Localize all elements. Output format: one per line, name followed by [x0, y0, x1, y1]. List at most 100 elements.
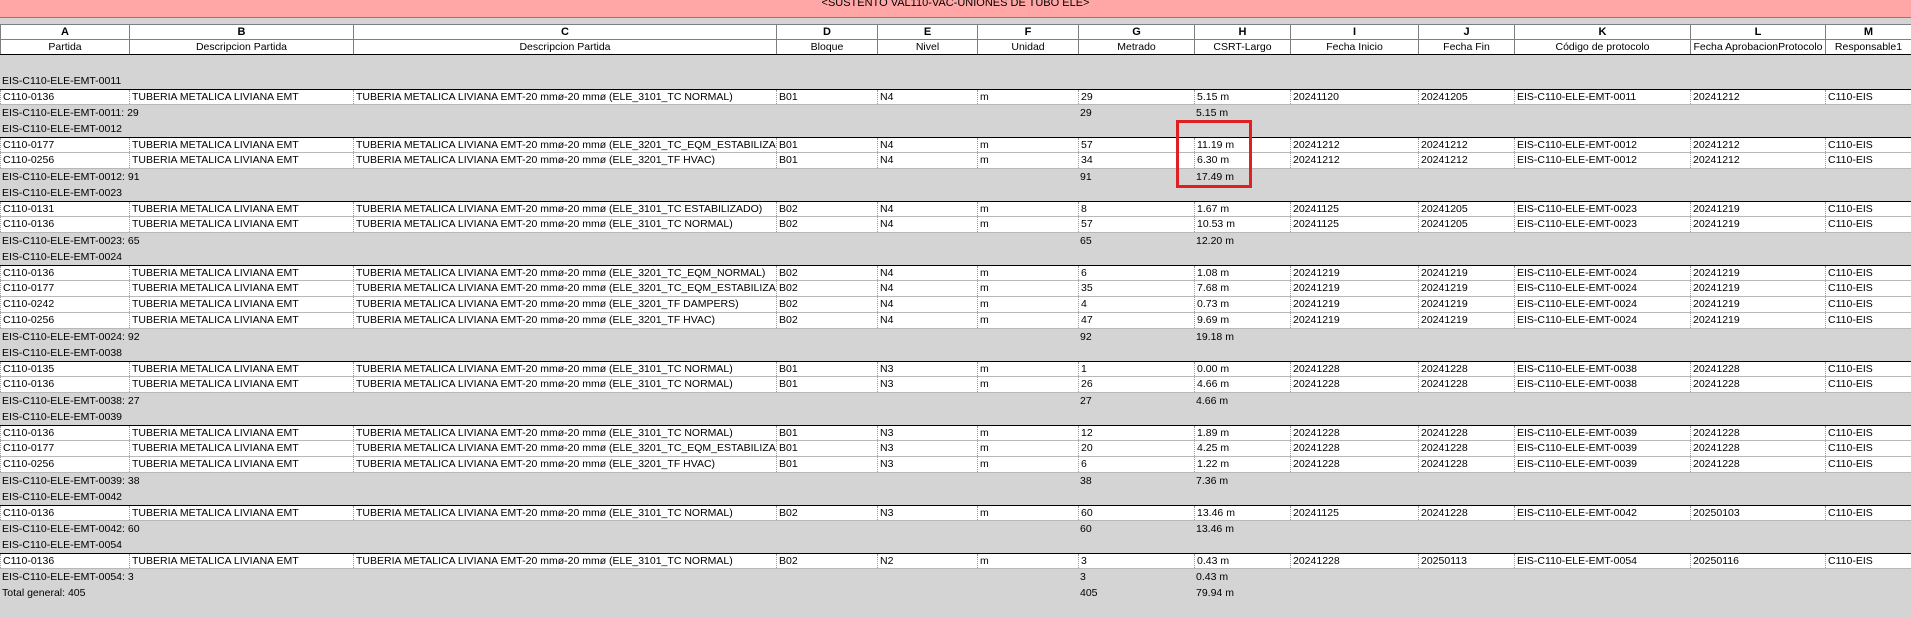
table-cell[interactable]: 9.69 m	[1194, 313, 1290, 328]
table-cell[interactable]: 20241219	[1290, 281, 1418, 296]
column-header[interactable]: Fecha Fin	[1418, 40, 1514, 54]
table-cell[interactable]: 20241120	[1290, 90, 1418, 104]
subtotal-row[interactable]: EIS-C110-ELE-EMT-0012: 91 91 17.49 m	[0, 169, 1911, 185]
subtotal-row[interactable]: EIS-C110-ELE-EMT-0038: 27 27 4.66 m	[0, 393, 1911, 409]
table-cell[interactable]: EIS-C110-ELE-EMT-0038	[1514, 377, 1690, 392]
subtotal-metrado[interactable]: 38	[1078, 473, 1194, 489]
table-cell[interactable]: 20241212	[1690, 90, 1825, 104]
subtotal-row[interactable]: EIS-C110-ELE-EMT-0039: 38 38 7.36 m	[0, 473, 1911, 489]
table-cell[interactable]: TUBERIA METALICA LIVIANA EMT-20 mmø-20 m…	[353, 90, 776, 104]
subtotal-row[interactable]: EIS-C110-ELE-EMT-0011: 29 29 5.15 m	[0, 105, 1911, 121]
column-letter[interactable]: M	[1825, 25, 1911, 39]
column-letter[interactable]: K	[1514, 25, 1690, 39]
table-cell[interactable]: N3	[877, 377, 977, 392]
column-header[interactable]: Fecha AprobacionProtocolo	[1690, 40, 1825, 54]
group-header-row[interactable]: EIS-C110-ELE-EMT-0039	[0, 409, 1911, 425]
table-cell[interactable]: m	[977, 297, 1078, 312]
table-cell[interactable]: TUBERIA METALICA LIVIANA EMT-20 mmø-20 m…	[353, 377, 776, 392]
table-cell[interactable]: 0.00 m	[1194, 362, 1290, 376]
table-cell[interactable]: TUBERIA METALICA LIVIANA EMT-20 mmø-20 m…	[353, 457, 776, 472]
table-cell[interactable]: 7.68 m	[1194, 281, 1290, 296]
subtotal-label[interactable]: EIS-C110-ELE-EMT-0038: 27	[2, 393, 140, 409]
table-cell[interactable]: 0.43 m	[1194, 554, 1290, 568]
table-cell[interactable]: 20241125	[1290, 217, 1418, 232]
table-cell[interactable]: 20241219	[1690, 281, 1825, 296]
column-letter[interactable]: D	[776, 25, 877, 39]
subtotal-row[interactable]: EIS-C110-ELE-EMT-0042: 60 60 13.46 m	[0, 521, 1911, 537]
table-cell[interactable]: C110-EIS	[1825, 362, 1911, 376]
table-cell[interactable]: EIS-C110-ELE-EMT-0038	[1514, 362, 1690, 376]
column-header[interactable]: Responsable1	[1825, 40, 1911, 54]
table-cell[interactable]: 20241219	[1418, 297, 1514, 312]
subtotal-metrado[interactable]: 29	[1078, 105, 1194, 121]
table-cell[interactable]: 1.08 m	[1194, 266, 1290, 280]
table-cell[interactable]: 4	[1078, 297, 1194, 312]
table-cell[interactable]: TUBERIA METALICA LIVIANA EMT	[129, 313, 353, 328]
subtotal-largo[interactable]: 0.43 m	[1194, 569, 1290, 585]
table-cell[interactable]: 20241219	[1418, 266, 1514, 280]
subtotal-largo[interactable]: 12.20 m	[1194, 233, 1290, 249]
table-cell[interactable]: EIS-C110-ELE-EMT-0011	[1514, 90, 1690, 104]
table-cell[interactable]: TUBERIA METALICA LIVIANA EMT	[129, 153, 353, 168]
table-cell[interactable]: C110-EIS	[1825, 153, 1911, 168]
table-cell[interactable]: B01	[776, 362, 877, 376]
table-cell[interactable]: 11.19 m	[1194, 138, 1290, 152]
table-cell[interactable]: C110-0136	[0, 266, 129, 280]
table-cell[interactable]: 20241212	[1690, 138, 1825, 152]
group-header-row[interactable]: EIS-C110-ELE-EMT-0012	[0, 121, 1911, 137]
column-header[interactable]: Unidad	[977, 40, 1078, 54]
subtotal-largo[interactable]: 13.46 m	[1194, 521, 1290, 537]
table-cell[interactable]: B02	[776, 202, 877, 216]
table-cell[interactable]: 20241219	[1290, 266, 1418, 280]
column-letter[interactable]: B	[129, 25, 353, 39]
schedule-table[interactable]: A B C D E F G H I J K L M Partida Descripcion Partida D…	[0, 24, 1911, 601]
table-cell[interactable]: 20241212	[1418, 153, 1514, 168]
table-row[interactable]: C110-0177 TUBERIA METALICA LIVIANA EMT TUB…	[0, 137, 1911, 153]
group-header-row[interactable]: EIS-C110-ELE-EMT-0024	[0, 249, 1911, 265]
table-cell[interactable]: TUBERIA METALICA LIVIANA EMT-20 mmø-20 m…	[353, 297, 776, 312]
table-cell[interactable]: 20241228	[1290, 426, 1418, 440]
group-label[interactable]: EIS-C110-ELE-EMT-0012	[2, 121, 122, 137]
table-cell[interactable]: N3	[877, 362, 977, 376]
column-header[interactable]: Bloque	[776, 40, 877, 54]
group-header-row[interactable]: EIS-C110-ELE-EMT-0038	[0, 345, 1911, 361]
subtotal-largo[interactable]: 7.36 m	[1194, 473, 1290, 489]
table-row[interactable]: C110-0131 TUBERIA METALICA LIVIANA EMT TUB…	[0, 201, 1911, 217]
total-largo[interactable]: 79.94 m	[1194, 585, 1290, 601]
subtotal-row[interactable]: EIS-C110-ELE-EMT-0054: 3 3 0.43 m	[0, 569, 1911, 585]
table-cell[interactable]: TUBERIA METALICA LIVIANA EMT-20 mmø-20 m…	[353, 362, 776, 376]
table-row[interactable]: C110-0136 TUBERIA METALICA LIVIANA EMT TUB…	[0, 553, 1911, 569]
column-letter[interactable]: F	[977, 25, 1078, 39]
table-cell[interactable]: C110-0131	[0, 202, 129, 216]
table-cell[interactable]: 20241228	[1290, 554, 1418, 568]
table-cell[interactable]: EIS-C110-ELE-EMT-0023	[1514, 217, 1690, 232]
table-cell[interactable]: 47	[1078, 313, 1194, 328]
table-cell[interactable]: B01	[776, 138, 877, 152]
subtotal-metrado[interactable]: 60	[1078, 521, 1194, 537]
table-cell[interactable]: m	[977, 153, 1078, 168]
table-cell[interactable]: TUBERIA METALICA LIVIANA EMT	[129, 377, 353, 392]
table-cell[interactable]: N3	[877, 457, 977, 472]
table-cell[interactable]: TUBERIA METALICA LIVIANA EMT-20 mmø-20 m…	[353, 441, 776, 456]
group-header-row[interactable]: EIS-C110-ELE-EMT-0023	[0, 185, 1911, 201]
table-cell[interactable]: 6	[1078, 266, 1194, 280]
column-header[interactable]: Descripcion Partida	[129, 40, 353, 54]
table-cell[interactable]: m	[977, 441, 1078, 456]
table-cell[interactable]: m	[977, 266, 1078, 280]
table-cell[interactable]: 20241125	[1290, 202, 1418, 216]
table-cell[interactable]: 6	[1078, 457, 1194, 472]
table-cell[interactable]: 20241228	[1690, 457, 1825, 472]
table-cell[interactable]: 20250113	[1418, 554, 1514, 568]
table-cell[interactable]: C110-EIS	[1825, 266, 1911, 280]
column-header[interactable]: Partida	[0, 40, 129, 54]
table-cell[interactable]: 10.53 m	[1194, 217, 1290, 232]
table-cell[interactable]: 1	[1078, 362, 1194, 376]
table-cell[interactable]: 60	[1078, 506, 1194, 520]
subtotal-label[interactable]: EIS-C110-ELE-EMT-0024: 92	[2, 329, 140, 345]
table-row[interactable]: C110-0256 TUBERIA METALICA LIVIANA EMT TUB…	[0, 313, 1911, 329]
column-header[interactable]: Nivel	[877, 40, 977, 54]
table-cell[interactable]: B01	[776, 377, 877, 392]
table-cell[interactable]: C110-0177	[0, 138, 129, 152]
table-cell[interactable]: 20241205	[1418, 90, 1514, 104]
table-cell[interactable]: 20241219	[1418, 313, 1514, 328]
